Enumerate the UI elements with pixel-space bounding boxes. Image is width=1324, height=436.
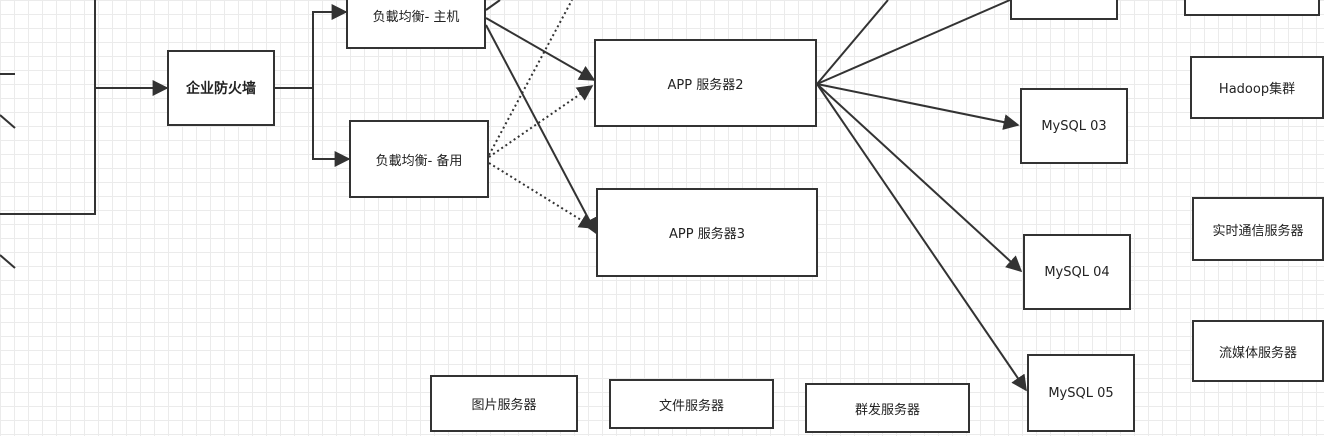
mysql04-node[interactable]: MySQL 04 — [1023, 234, 1131, 310]
edge-app2-mysql03 — [816, 83, 1020, 130]
edge-lbbackup-offscreen — [488, 0, 573, 156]
edge-lbbackup-app3 — [488, 162, 596, 229]
mysql05-node[interactable]: MySQL 05 — [1027, 354, 1135, 432]
app3-node[interactable]: APP 服务器3 — [596, 188, 818, 277]
streaming-node[interactable]: 流媒体服务器 — [1192, 320, 1324, 382]
left-bracket-line — [0, 0, 96, 215]
partial-box-top-1 — [1010, 0, 1118, 20]
left-diagonal-bottom — [0, 254, 16, 269]
edge-app2-mysql05 — [816, 83, 1027, 392]
edge-app2-mysql04 — [816, 83, 1023, 273]
file-server-node[interactable]: 文件服务器 — [609, 379, 774, 429]
realtime-comm-node[interactable]: 实时通信服务器 — [1192, 197, 1324, 261]
edge-lbbackup-app2 — [488, 85, 594, 158]
edge-firewall-lb-backup — [312, 88, 351, 167]
left-diagonal-top — [0, 114, 16, 129]
edge-app2-offscreen-b — [816, 0, 1011, 85]
edge-firewall-lb-main — [312, 4, 348, 88]
edge-lbmain-app2 — [485, 17, 596, 81]
firewall-node[interactable]: 企业防火墙 — [167, 50, 275, 126]
lb-main-node[interactable]: 负載均衡- 主机 — [346, 0, 486, 49]
app2-node[interactable]: APP 服务器2 — [594, 39, 817, 127]
image-server-node[interactable]: 图片服务器 — [430, 375, 578, 432]
hadoop-node[interactable]: Hadoop集群 — [1190, 56, 1324, 119]
lb-backup-node[interactable]: 负載均衡- 备用 — [349, 120, 489, 198]
partial-box-top-2 — [1184, 0, 1320, 16]
mysql03-node[interactable]: MySQL 03 — [1020, 88, 1128, 164]
edge-lbmain-offscreen — [485, 0, 501, 11]
edge-app2-offscreen-a — [816, 0, 889, 85]
mass-server-node[interactable]: 群发服务器 — [805, 383, 970, 433]
